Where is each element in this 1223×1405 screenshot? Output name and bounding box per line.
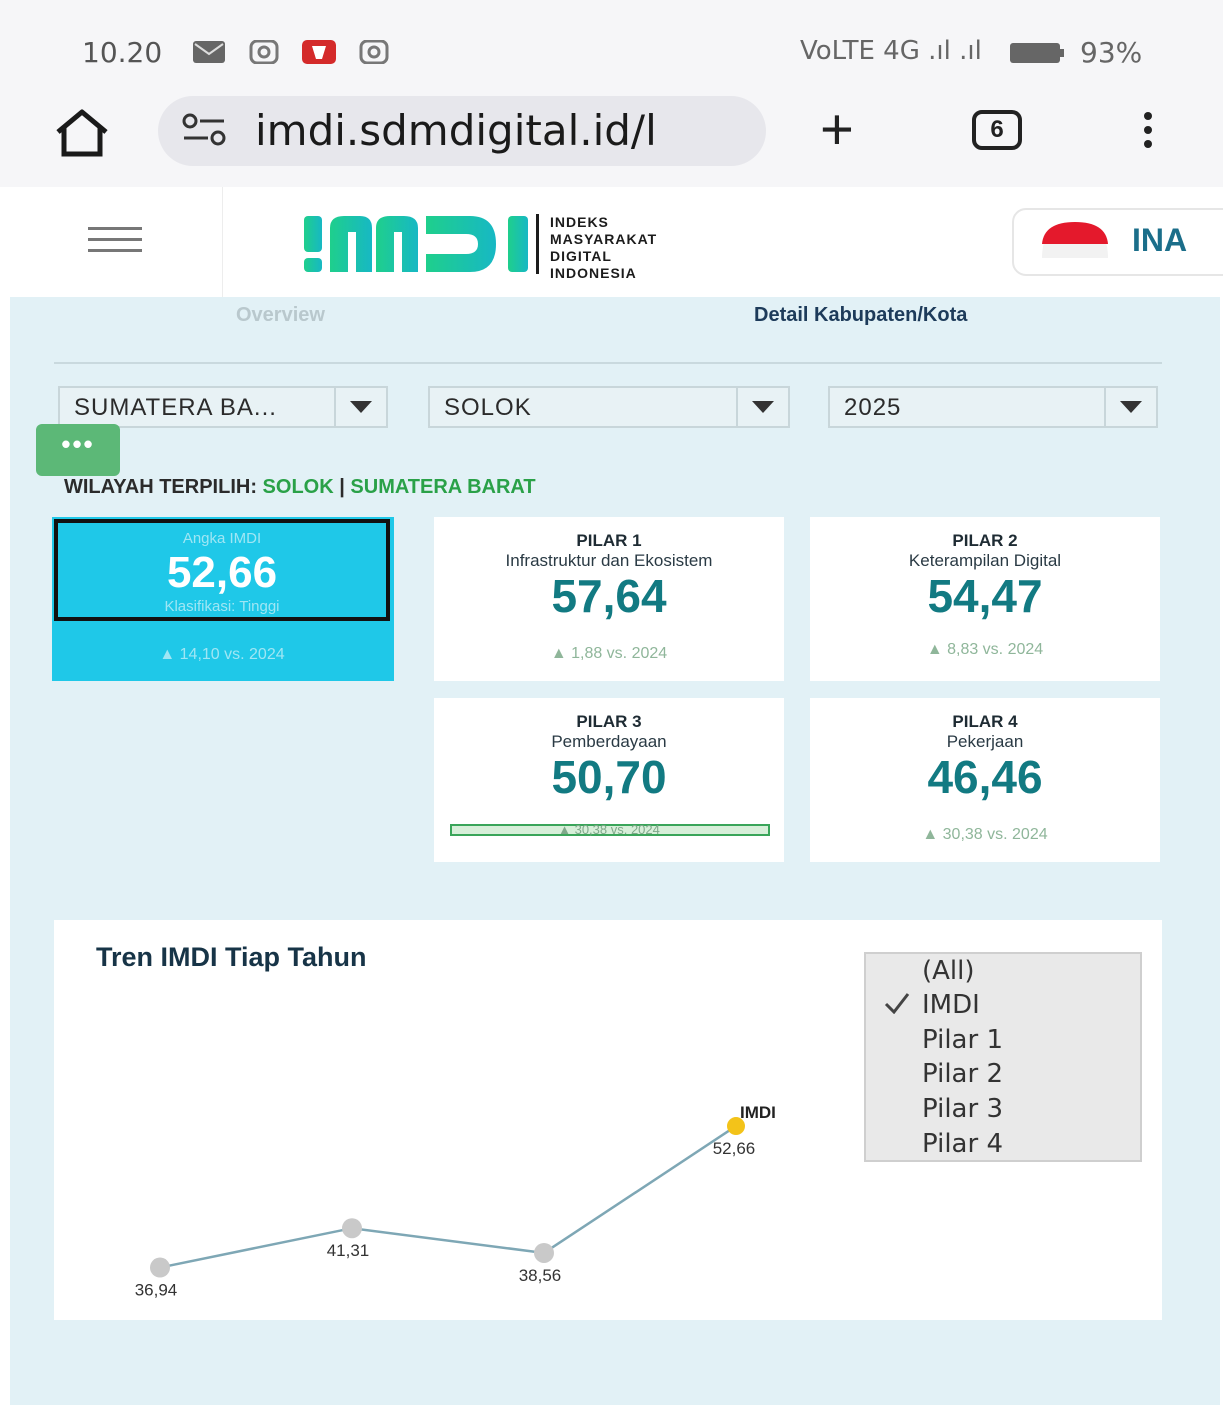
imdi-score-label: Angka IMDI: [182, 530, 262, 547]
imdi-score-delta: ▲ 14,10 vs. 2024: [159, 646, 285, 663]
series-filter-list[interactable]: (All) IMDI Pilar 1 Pilar 2 Pilar 3 Pilar…: [864, 952, 1142, 1162]
selected-city: SOLOK: [262, 476, 334, 498]
selected-province: SUMATERA BARAT: [350, 476, 536, 498]
instagram-icon: [249, 40, 279, 64]
data-point[interactable]: [342, 1218, 362, 1239]
logo-tagline-line: MASYARAKAT: [550, 231, 658, 247]
filter-option-pilar-3[interactable]: Pilar 3: [922, 1094, 1003, 1124]
url-text[interactable]: imdi.sdmdigital.id/l: [255, 106, 745, 155]
status-time: 10.20: [82, 36, 163, 69]
tabs-divider: [54, 362, 1162, 364]
new-tab-icon[interactable]: +: [820, 101, 854, 159]
header-divider: [222, 187, 223, 297]
city-select-value: SOLOK: [444, 394, 532, 421]
hamburger-menu-icon[interactable]: [88, 225, 142, 253]
pillar-value: 50,70: [551, 751, 667, 803]
year-select-arrow[interactable]: [1104, 388, 1156, 426]
pillar-title: PILAR 4: [952, 712, 1018, 731]
year-select-value: 2025: [844, 394, 902, 421]
pillar-delta: ▲ 30,38 vs. 2024: [922, 826, 1048, 843]
data-point[interactable]: [534, 1242, 554, 1263]
pillar-title: PILAR 3: [576, 712, 642, 731]
city-select-arrow[interactable]: [736, 388, 788, 426]
more-options-button[interactable]: •••: [36, 424, 120, 476]
pillar-subtitle: Infrastruktur dan Ekosistem: [505, 551, 713, 570]
filter-option-pilar-2[interactable]: Pilar 2: [922, 1059, 1003, 1089]
filter-option-pilar-4[interactable]: Pilar 4: [922, 1129, 1003, 1159]
app-notification-icon: [302, 40, 336, 64]
language-label[interactable]: INA: [1132, 222, 1187, 259]
mail-icon: [193, 41, 225, 63]
data-label: 41,31: [327, 1241, 370, 1260]
filter-option-imdi[interactable]: IMDI: [922, 990, 980, 1020]
battery-percent: 93%: [1080, 36, 1143, 69]
data-label: 38,56: [519, 1266, 562, 1285]
imdi-classification: Klasifikasi: Tinggi: [164, 598, 280, 615]
filter-option-all[interactable]: (All): [922, 956, 975, 986]
series-line-imdi: [159, 1125, 737, 1269]
pillar-delta: ▲ 30,38 vs. 2024: [558, 822, 660, 837]
pillar-value: 57,64: [551, 570, 667, 622]
pillar-subtitle: Pekerjaan: [946, 732, 1024, 751]
pillar-title: PILAR 2: [952, 531, 1018, 550]
pillar-2-card[interactable]: PILAR 2 Keterampilan Digital 54,47 ▲ 8,8…: [810, 517, 1160, 681]
instagram-icon: [359, 40, 389, 64]
selected-region-separator: |: [339, 476, 345, 498]
pillar-4-card[interactable]: PILAR 4 Pekerjaan 46,46 ▲ 30,38 vs. 2024: [810, 698, 1160, 862]
trend-line-chart: 36,94 41,31 38,56 52,66 IMDI: [135, 1103, 776, 1300]
imdi-logo[interactable]: [300, 208, 540, 280]
site-settings-icon[interactable]: [180, 112, 228, 148]
selected-region-label: WILAYAH TERPILIH:: [64, 476, 257, 498]
series-name-label: IMDI: [740, 1103, 776, 1122]
pillar-3-card[interactable]: PILAR 3 Pemberdayaan 50,70 ▲ 30,38 vs. 2…: [434, 698, 784, 862]
province-select-arrow[interactable]: [334, 388, 386, 426]
data-label: 36,94: [135, 1281, 178, 1300]
pillar-subtitle: Keterampilan Digital: [908, 551, 1062, 570]
indonesia-flag-icon: [1042, 222, 1108, 258]
city-select[interactable]: SOLOK: [428, 386, 790, 428]
chevron-down-icon: [1120, 401, 1142, 413]
province-select[interactable]: SUMATERA BA...: [58, 386, 388, 428]
logo-tagline-line: INDEKS: [550, 214, 609, 230]
chevron-down-icon: [350, 401, 372, 413]
pillar-subtitle: Pemberdayaan: [551, 732, 667, 751]
pillar-delta: ▲ 1,88 vs. 2024: [550, 645, 668, 662]
logo-tagline-line: INDONESIA: [550, 265, 637, 281]
tabs-icon[interactable]: 6: [972, 110, 1022, 150]
signal-indicators: VoLTE 4G .ıl .ıl: [800, 36, 982, 66]
year-select[interactable]: 2025: [828, 386, 1158, 428]
selected-region: WILAYAH TERPILIH: SOLOK | SUMATERA BARAT: [64, 476, 536, 499]
chevron-down-icon: [752, 401, 774, 413]
pillar-value: 46,46: [927, 751, 1043, 803]
tab-detail-kabupaten-kota[interactable]: Detail Kabupaten/Kota: [754, 304, 967, 327]
pillar-delta: ▲ 8,83 vs. 2024: [926, 641, 1044, 658]
menu-icon[interactable]: [1138, 110, 1158, 150]
logo-tagline: INDEKS MASYARAKAT DIGITAL INDONESIA: [550, 214, 657, 282]
check-icon: [884, 993, 910, 1014]
data-point[interactable]: [150, 1257, 170, 1278]
pillar-value: 54,47: [927, 570, 1043, 622]
logo-tagline-line: DIGITAL: [550, 248, 612, 264]
data-label: 52,66: [713, 1139, 756, 1158]
home-icon[interactable]: [52, 108, 112, 158]
province-select-value: SUMATERA BA...: [74, 394, 277, 421]
filter-option-pilar-1[interactable]: Pilar 1: [922, 1025, 1003, 1055]
battery-icon: [1010, 43, 1064, 63]
imdi-score-value: 52,66: [166, 548, 278, 597]
pillar-1-card[interactable]: PILAR 1 Infrastruktur dan Ekosistem 57,6…: [434, 517, 784, 681]
pillar-title: PILAR 1: [576, 531, 642, 550]
tab-overview[interactable]: Overview: [236, 304, 325, 327]
